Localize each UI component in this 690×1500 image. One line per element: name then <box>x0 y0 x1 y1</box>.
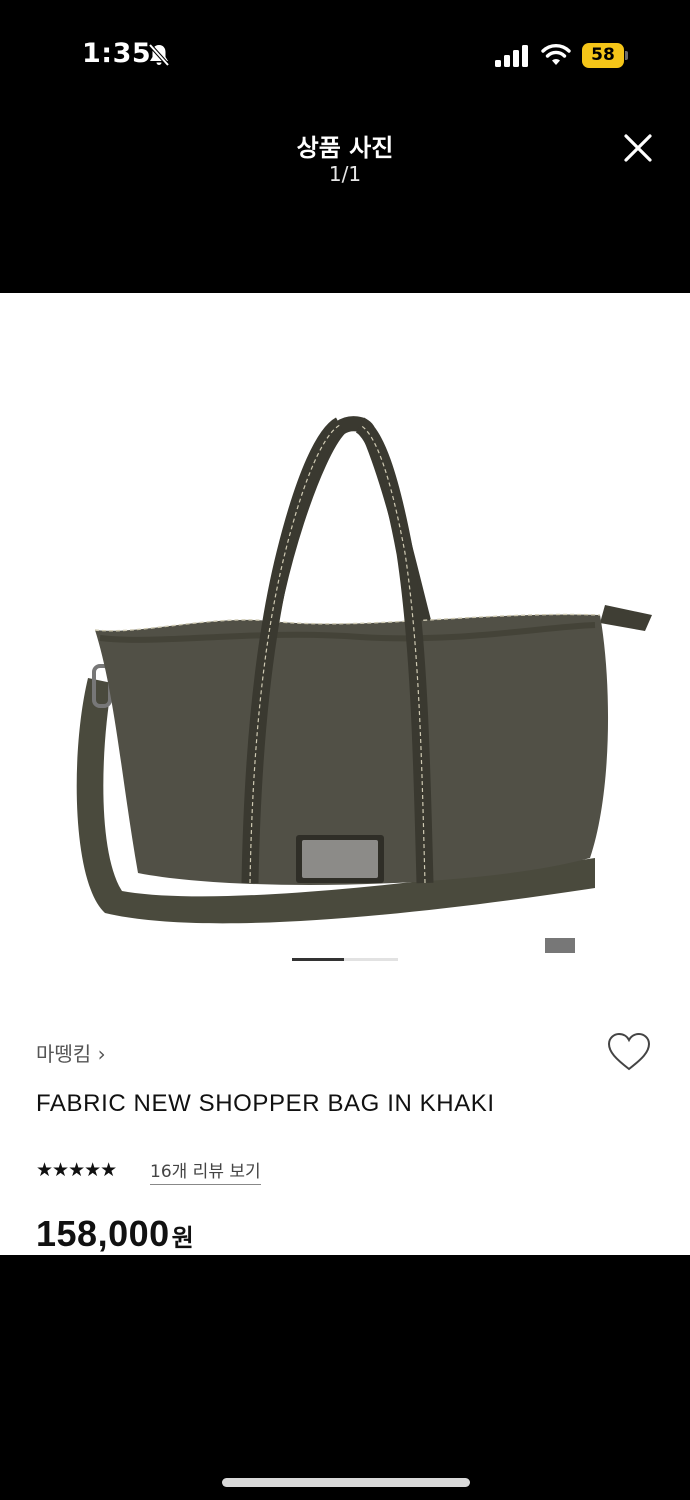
home-indicator[interactable] <box>222 1478 470 1487</box>
price: 158,000원 <box>36 1213 194 1255</box>
wifi-icon <box>541 44 571 65</box>
chevron-right-icon: › <box>97 1042 106 1066</box>
price-value: 158,000 <box>36 1213 170 1254</box>
product-photo: 마뗑킴 › FABRIC NEW SHOPPER BAG IN KHAKI ★★… <box>0 293 690 1255</box>
image-pager <box>292 958 398 961</box>
signal-icon <box>495 45 528 67</box>
photo-viewer-header: 상품 사진 1/1 <box>0 110 690 293</box>
brand-link[interactable]: 마뗑킴 › <box>36 1038 106 1067</box>
pager-track <box>344 958 398 961</box>
photo-counter: 1/1 <box>328 162 362 186</box>
battery-level: 58 <box>582 43 624 68</box>
product-image[interactable] <box>60 353 670 953</box>
price-currency: 원 <box>171 1224 194 1252</box>
status-time: 1:35 <box>82 38 152 69</box>
viewer-title: 상품 사진 <box>296 134 394 162</box>
rating-stars: ★★★★★ <box>36 1159 117 1181</box>
close-icon[interactable] <box>616 126 660 170</box>
review-link[interactable]: 16개 리뷰 보기 <box>150 1157 261 1185</box>
heart-outline-icon[interactable] <box>606 1031 652 1073</box>
bell-slash-icon <box>148 43 170 67</box>
status-bar: 1:35 58 <box>0 0 690 110</box>
battery-icon: 58 <box>582 43 628 68</box>
product-name: FABRIC NEW SHOPPER BAG IN KHAKI <box>36 1090 495 1117</box>
brand-name: 마뗑킴 <box>36 1042 92 1066</box>
pager-active-segment <box>292 958 344 961</box>
